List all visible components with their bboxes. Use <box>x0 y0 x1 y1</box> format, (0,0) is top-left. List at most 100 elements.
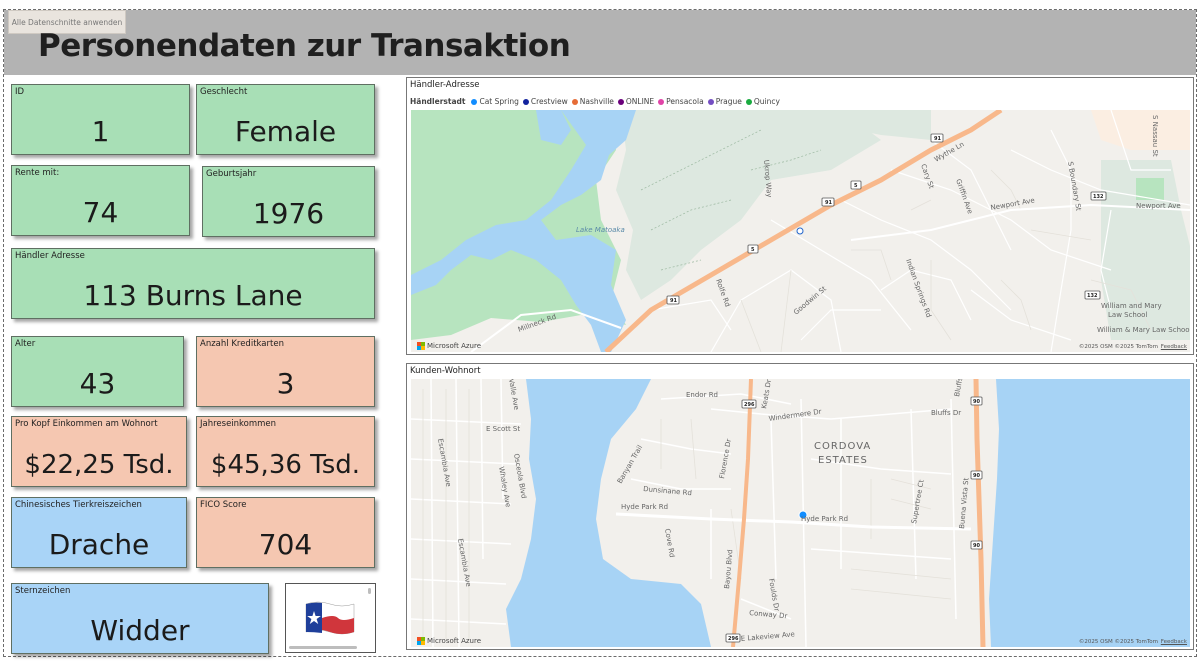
dealer-location-pin[interactable] <box>796 227 804 235</box>
card-per-capita-income[interactable]: Pro Kopf Einkommen am Wohnort $22,25 Tsd… <box>11 416 187 487</box>
texas-flag-icon <box>305 601 355 635</box>
card-chinese-zodiac[interactable]: Chinesisches Tierkreiszeichen Drache <box>11 497 187 568</box>
card-label: ID <box>15 87 25 97</box>
legend-label: Quincy <box>753 97 780 106</box>
card-yearly-income[interactable]: Jahreseinkommen $45,36 Tsd. <box>196 416 375 487</box>
ms-azure-logo: Microsoft Azure <box>417 342 481 350</box>
route-132-shield: 132 <box>1087 293 1098 299</box>
neighborhood-label: CORDOVA <box>814 441 871 452</box>
card-label: Geburtsjahr <box>206 169 257 179</box>
card-label: Geschlecht <box>200 87 248 97</box>
route-132-shield: 132 <box>1093 194 1104 200</box>
legend-label: ONLINE <box>625 97 655 106</box>
card-fico-score[interactable]: FICO Score 704 <box>196 497 375 568</box>
card-retire[interactable]: Rente mit: 74 <box>11 165 190 236</box>
card-label: Alter <box>15 339 36 349</box>
route-91-shield: 91 <box>825 200 832 206</box>
card-label: Sternzeichen <box>15 586 71 596</box>
route-296-shield: 296 <box>744 402 755 408</box>
legend-label: Prague <box>715 97 742 106</box>
map-dealer-address[interactable]: Händler-Adresse Händlerstadt Cat Spring … <box>406 77 1194 355</box>
poi-label: William & Mary Law School <box>1097 326 1190 334</box>
map-attribution: ©2025 OSM ©2025 TomTom <box>1078 344 1158 350</box>
route-296-shield: 296 <box>728 636 739 642</box>
street-label: Hyde Park Rd <box>621 503 668 511</box>
map-feedback-link[interactable]: Feedback <box>1161 344 1187 350</box>
street-label: Hyde Park Rd <box>801 515 848 523</box>
legend-label: Pensacola <box>666 97 704 106</box>
card-value: 43 <box>79 367 116 400</box>
map-tiles: 91 91 91 5 5 132 132 Lake Matoaka Millne… <box>411 110 1190 352</box>
legend-dot <box>571 98 578 105</box>
card-value: 3 <box>276 367 295 400</box>
route-90-shield: 90 <box>973 473 980 479</box>
ms-azure-logo: Microsoft Azure <box>417 637 481 645</box>
legend-item[interactable]: ONLINE <box>617 97 655 106</box>
card-value: 1 <box>91 115 110 148</box>
map-customer-residence[interactable]: Kunden-Wohnort 296 296 90 90 90 CORDOVA … <box>406 363 1194 650</box>
legend-item[interactable]: Cat Spring <box>471 97 519 106</box>
card-star-sign[interactable]: Sternzeichen Widder <box>11 583 269 654</box>
poi-label: William and Mary <box>1101 302 1162 310</box>
map-title: Händler-Adresse <box>410 80 480 90</box>
legend-dot <box>617 98 624 105</box>
route-91-shield: 91 <box>934 136 941 142</box>
card-value: Drache <box>48 528 150 561</box>
map-feedback-link[interactable]: Feedback <box>1161 639 1187 645</box>
card-label: Jahreseinkommen <box>200 419 277 429</box>
route-5-shield: 5 <box>854 183 858 189</box>
card-value: 113 Burns Lane <box>83 279 303 312</box>
street-label: S Nassau St <box>1151 115 1159 157</box>
legend-item[interactable]: Quincy <box>745 97 780 106</box>
card-value: Widder <box>90 614 190 647</box>
map-title: Kunden-Wohnort <box>410 366 481 376</box>
card-value: Female <box>234 115 337 148</box>
map-canvas[interactable]: 296 296 90 90 90 CORDOVA ESTATES Hyde Pa… <box>411 379 1190 647</box>
card-value: $45,36 Tsd. <box>210 450 361 480</box>
route-90-shield: 90 <box>973 399 980 405</box>
legend-dot <box>745 98 752 105</box>
card-label: Chinesisches Tierkreiszeichen <box>15 500 142 510</box>
card-value: 74 <box>82 196 119 229</box>
card-dealer-address[interactable]: Händler Adresse 113 Burns Lane <box>11 248 375 319</box>
lake-label: Lake Matoaka <box>576 226 625 234</box>
map-legend: Händlerstadt Cat Spring Crestview Nashvi… <box>410 97 780 106</box>
card-label: Anzahl Kreditkarten <box>200 339 284 349</box>
legend-label: Crestview <box>530 97 568 106</box>
legend-label: Cat Spring <box>479 97 519 106</box>
vertical-scrollbar[interactable] <box>368 588 371 594</box>
route-91-shield: 91 <box>670 298 677 304</box>
street-label: Newport Ave <box>1136 202 1181 210</box>
card-id[interactable]: ID 1 <box>11 84 190 155</box>
legend-item[interactable]: Nashville <box>571 97 614 106</box>
map-tiles: 296 296 90 90 90 CORDOVA ESTATES Hyde Pa… <box>411 379 1190 647</box>
neighborhood-label: ESTATES <box>818 455 868 466</box>
street-label: Endor Rd <box>686 391 718 399</box>
legend-label: Nashville <box>579 97 614 106</box>
card-gender[interactable]: Geschlecht Female <box>196 84 375 155</box>
legend-item[interactable]: Pensacola <box>658 97 704 106</box>
flag-image-visual[interactable] <box>285 583 376 653</box>
report-canvas: Alle Datenschnitte anwenden Personendate… <box>0 0 1202 662</box>
route-90-shield: 90 <box>973 543 980 549</box>
legend-dot <box>471 98 478 105</box>
map-canvas[interactable]: 91 91 91 5 5 132 132 Lake Matoaka Millne… <box>411 110 1190 352</box>
card-label: Händler Adresse <box>15 251 85 261</box>
card-value: 1976 <box>252 197 325 230</box>
legend-item[interactable]: Prague <box>707 97 742 106</box>
legend-item[interactable]: Crestview <box>522 97 568 106</box>
legend-title: Händlerstadt <box>410 97 466 106</box>
card-credit-cards[interactable]: Anzahl Kreditkarten 3 <box>196 336 375 407</box>
route-5-shield: 5 <box>751 247 755 253</box>
legend-dot <box>522 98 529 105</box>
legend-dot <box>658 98 665 105</box>
card-label: FICO Score <box>200 500 247 510</box>
street-label: Bluffs Dr <box>931 409 961 417</box>
card-birth-year[interactable]: Geburtsjahr 1976 <box>202 166 375 237</box>
legend-dot <box>707 98 714 105</box>
card-label: Rente mit: <box>15 168 60 178</box>
horizontal-scrollbar[interactable] <box>289 646 357 649</box>
page-title: Personendaten zur Transaktion <box>38 28 571 64</box>
street-label: E Scott St <box>486 425 520 433</box>
card-age[interactable]: Alter 43 <box>11 336 184 407</box>
